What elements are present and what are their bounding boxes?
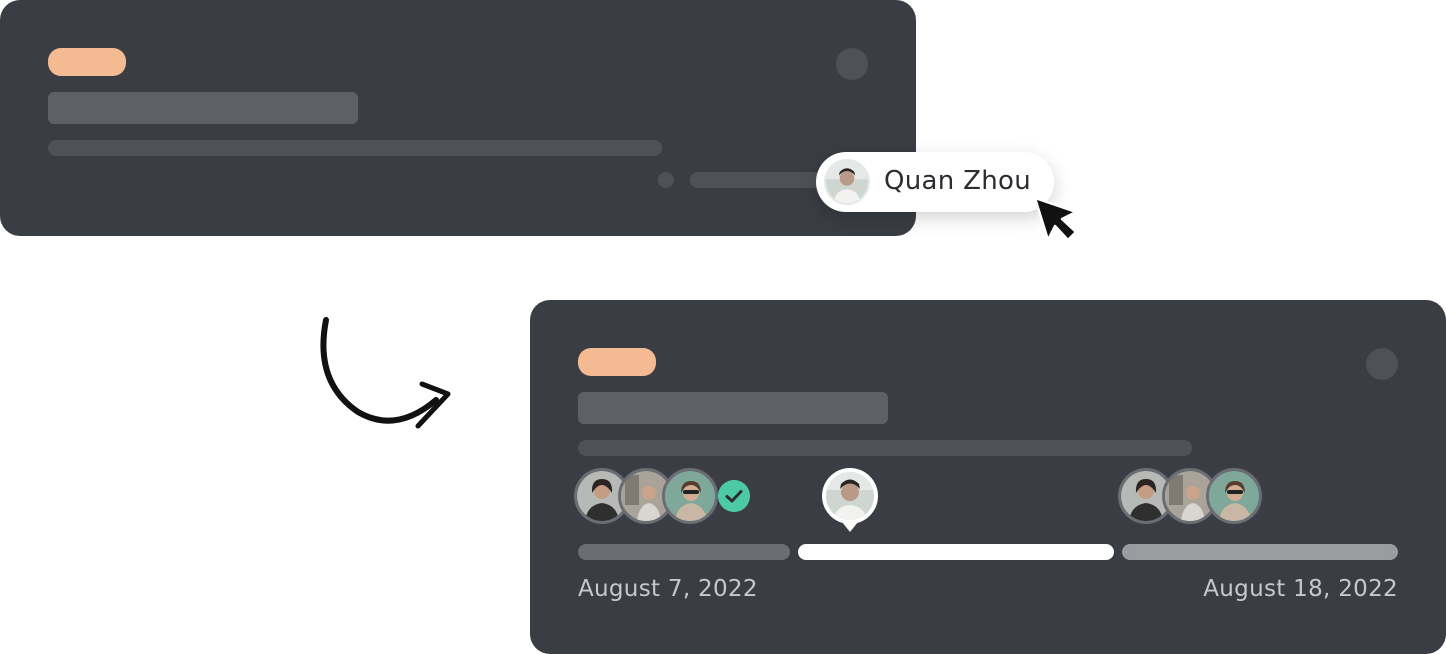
task-card-after[interactable]: August 7, 2022 August 18, 2022 xyxy=(530,300,1446,654)
assignee-placeholder xyxy=(690,172,830,188)
avatar xyxy=(662,468,718,524)
illustration: Quan Zhou August 7, 2022 August 18, 2022 xyxy=(0,0,1446,654)
done-avatar-group[interactable] xyxy=(574,468,720,524)
user-name: Quan Zhou xyxy=(884,166,1031,196)
title-placeholder xyxy=(578,392,888,424)
timeline-segment-done xyxy=(578,544,790,560)
subtitle-placeholder xyxy=(578,440,1192,456)
curved-arrow-icon xyxy=(320,317,451,429)
task-card-before[interactable] xyxy=(0,0,916,236)
start-date: August 7, 2022 xyxy=(578,576,758,602)
upcoming-avatar-group[interactable] xyxy=(1118,468,1264,524)
assignee-chip[interactable]: Quan Zhou xyxy=(816,152,1054,212)
user-avatar xyxy=(824,159,870,205)
tag-placeholder xyxy=(578,348,656,376)
subtitle-placeholder xyxy=(48,140,662,156)
timeline-segment-upcoming xyxy=(1122,544,1398,560)
pointer-cursor-icon xyxy=(1033,196,1078,242)
menu-button[interactable] xyxy=(1366,348,1398,380)
current-assignee-marker[interactable] xyxy=(822,468,878,534)
avatar xyxy=(1206,468,1262,524)
check-circle-icon xyxy=(718,480,750,512)
title-placeholder xyxy=(48,92,358,124)
menu-button[interactable] xyxy=(836,48,868,80)
timeline-segment-current xyxy=(798,544,1114,560)
tag-placeholder xyxy=(48,48,126,76)
assignee-dot xyxy=(658,172,674,188)
end-date: August 18, 2022 xyxy=(1203,576,1398,602)
